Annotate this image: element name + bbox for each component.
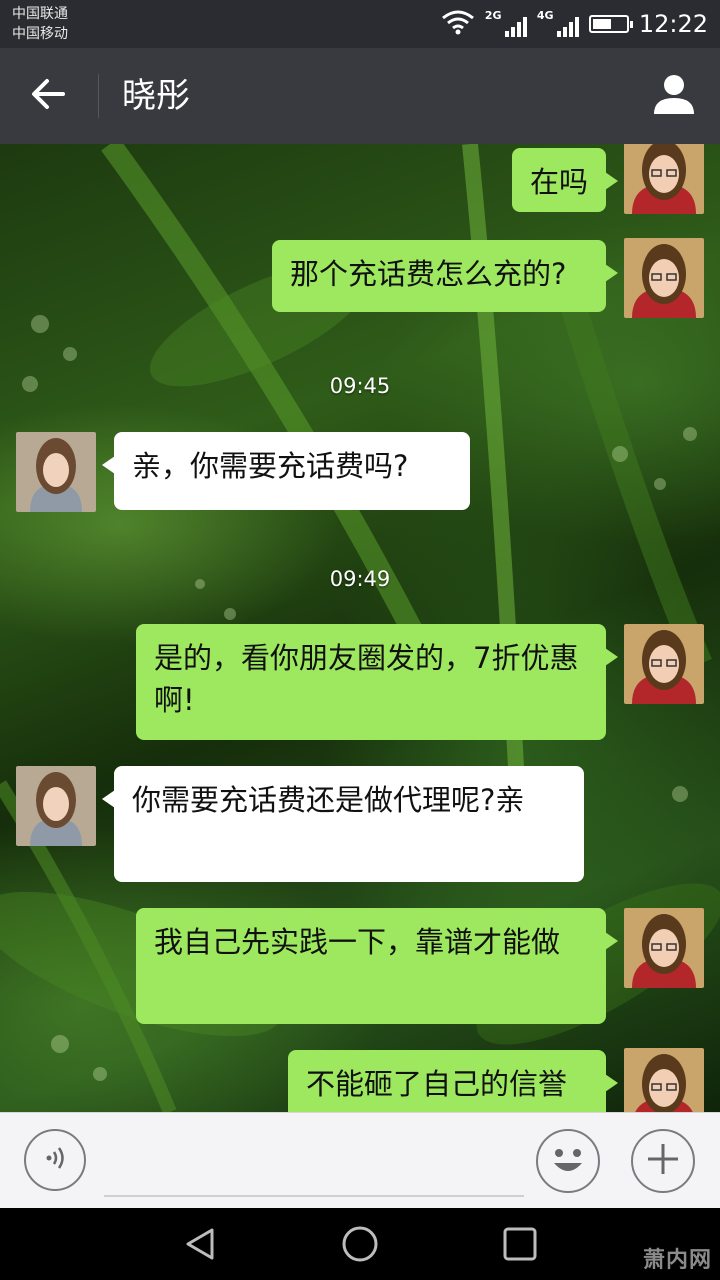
nav-home-icon xyxy=(342,1226,378,1262)
signal-icon-4g: 4G xyxy=(537,9,579,39)
message-timestamp: 09:49 xyxy=(329,567,391,591)
incoming-message[interactable]: 亲，你需要充话费吗? xyxy=(102,432,470,510)
more-button[interactable] xyxy=(631,1129,695,1193)
my-avatar[interactable] xyxy=(624,624,704,704)
outgoing-message[interactable]: 我自己先实践一下，靠谱才能做 xyxy=(136,908,618,1024)
message-timestamp: 09:45 xyxy=(329,374,391,398)
plus-icon xyxy=(645,1141,681,1181)
system-nav-bar: 萧内网 xyxy=(0,1208,720,1280)
my-avatar[interactable] xyxy=(624,908,704,988)
emoji-button[interactable] xyxy=(536,1129,600,1193)
incoming-message[interactable]: 你需要充话费还是做代理呢?亲 xyxy=(102,766,584,882)
my-avatar[interactable] xyxy=(624,1048,704,1112)
chat-info-button[interactable] xyxy=(648,70,700,122)
back-arrow-icon xyxy=(30,78,66,114)
signal-icon-2g: 2G xyxy=(485,9,527,39)
my-avatar[interactable] xyxy=(624,144,704,214)
wifi-icon xyxy=(441,9,475,39)
nav-back-button[interactable] xyxy=(178,1222,222,1266)
chat-area[interactable]: 在吗 那个充话费怎么充的? 09:45 亲，你需要充话费吗? 09:49 是的，… xyxy=(0,144,720,1112)
battery-level xyxy=(592,19,611,29)
nav-back-icon xyxy=(186,1228,214,1260)
network-type-label: 4G xyxy=(536,9,554,22)
header-divider xyxy=(98,74,99,118)
watermark: 萧内网 xyxy=(642,1248,712,1273)
person-icon xyxy=(652,72,696,120)
clock: 12:22 xyxy=(638,10,708,38)
voice-button[interactable] xyxy=(24,1129,86,1191)
nav-home-button[interactable] xyxy=(338,1222,382,1266)
contact-avatar[interactable] xyxy=(16,432,96,512)
voice-icon xyxy=(40,1143,70,1177)
carrier-label-1: 中国联通 xyxy=(12,6,68,22)
nav-recents-icon xyxy=(503,1227,537,1261)
outgoing-message[interactable]: 那个充话费怎么充的? xyxy=(272,240,618,312)
outgoing-message[interactable]: 不能砸了自己的信誉 xyxy=(288,1050,618,1112)
smiley-icon xyxy=(554,1149,582,1171)
contact-avatar[interactable] xyxy=(16,766,96,846)
message-text-input[interactable] xyxy=(104,1137,524,1197)
chat-title: 晓彤 xyxy=(122,76,190,116)
network-type-label: 2G xyxy=(484,9,502,22)
chat-header: 晓彤 xyxy=(0,48,720,144)
nav-recents-button[interactable] xyxy=(498,1222,542,1266)
outgoing-message[interactable]: 在吗 xyxy=(512,148,618,212)
status-bar: 中国联通 中国移动 2G 4G 12:22 xyxy=(0,0,720,48)
outgoing-message[interactable]: 是的，看你朋友圈发的，7折优惠啊! xyxy=(136,624,618,740)
message-input-bar xyxy=(0,1112,720,1209)
carrier-label-2: 中国移动 xyxy=(12,26,68,42)
back-button[interactable] xyxy=(20,72,76,120)
my-avatar[interactable] xyxy=(624,238,704,318)
battery-icon xyxy=(588,15,633,33)
